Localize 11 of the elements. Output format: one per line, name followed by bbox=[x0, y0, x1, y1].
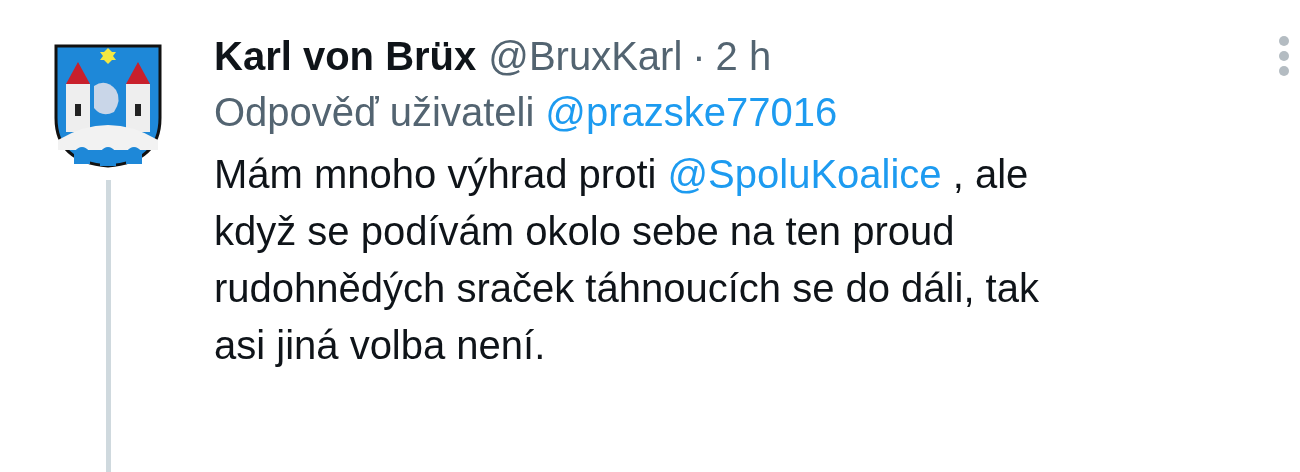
tweet-text: rudohnědých sraček táhnoucích se do dáli, tak bbox=[214, 265, 1039, 312]
tweet-text: když se podívám okolo sebe na ten proud bbox=[214, 208, 955, 255]
author-handle[interactable]: @BruxKarl bbox=[488, 30, 683, 82]
tweet-text: Mám mnoho výhrad proti bbox=[214, 151, 658, 198]
reply-label: Odpověď uživateli bbox=[214, 89, 535, 136]
tweet-text: , ale bbox=[951, 151, 1029, 198]
more-options-icon[interactable] bbox=[1278, 35, 1290, 77]
tweet-text: asi jiná volba není. bbox=[214, 322, 546, 369]
separator: · bbox=[692, 33, 706, 80]
author-name[interactable]: Karl von Brüx bbox=[214, 30, 477, 82]
timestamp[interactable]: 2 h bbox=[715, 30, 772, 82]
